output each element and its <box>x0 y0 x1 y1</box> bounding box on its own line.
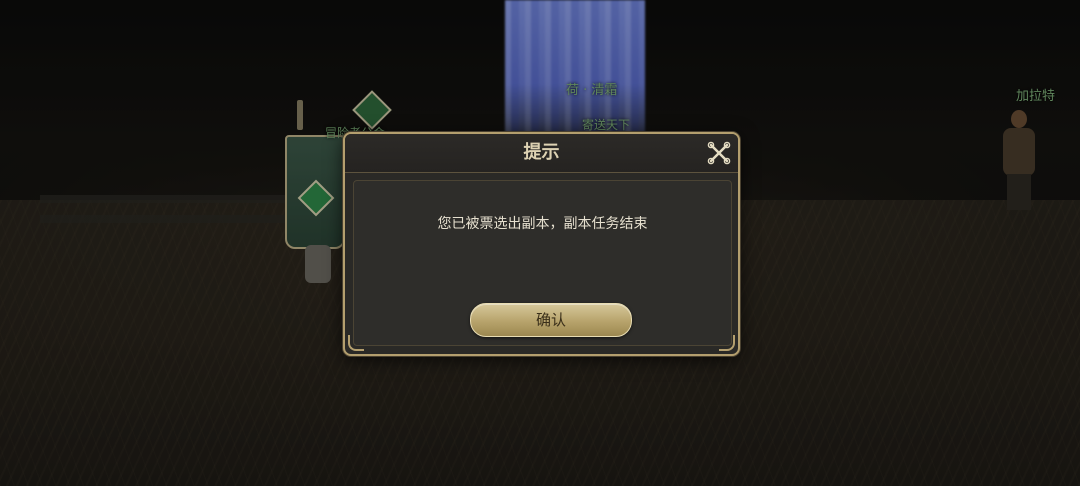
confirm-button[interactable]: 确认 <box>470 303 632 337</box>
prompt-dialog: 提示 您已被票选出副本，副本任务结束 确认 <box>343 132 740 356</box>
dialog-body: 您已被票选出副本，副本任务结束 确认 <box>353 180 732 346</box>
dialog-title: 提示 <box>523 142 560 163</box>
close-icon <box>707 141 731 165</box>
dialog-message: 您已被票选出副本，副本任务结束 <box>437 216 648 232</box>
frame-corner-ornament <box>719 335 735 351</box>
dialog-header: 提示 <box>345 134 738 173</box>
close-button[interactable] <box>706 140 732 166</box>
frame-corner-ornament <box>348 335 364 351</box>
